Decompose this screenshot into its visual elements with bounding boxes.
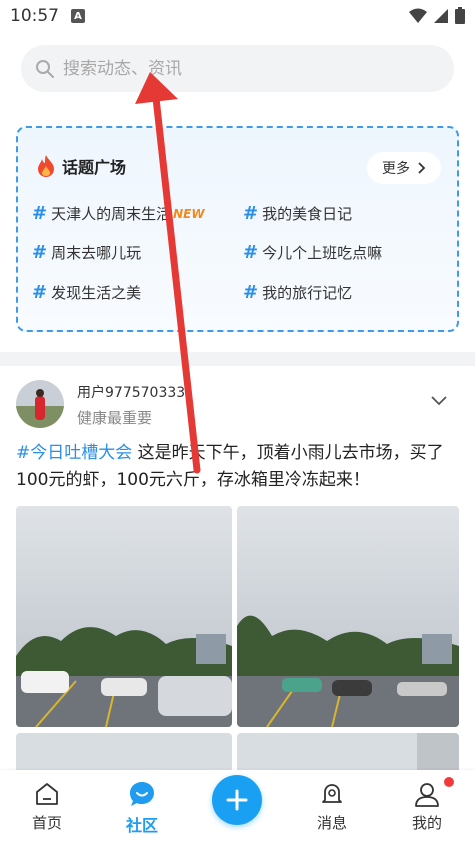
hash-icon: #	[243, 203, 259, 224]
hash-icon: #	[32, 282, 48, 303]
post-photo[interactable]	[16, 506, 232, 727]
search-icon	[36, 59, 54, 78]
hash-icon: #	[243, 282, 259, 303]
nav-messages[interactable]: 消息	[302, 780, 362, 833]
topic-item[interactable]: # 我的旅行记忆	[243, 282, 352, 303]
hash-icon: #	[243, 242, 259, 263]
post-photo[interactable]	[237, 506, 459, 727]
notification-dot	[444, 777, 454, 787]
signal-icon	[434, 8, 448, 23]
nav-mine[interactable]: 我的	[397, 777, 457, 833]
post-hashtag[interactable]: #今日吐槽大会	[16, 443, 132, 463]
topic-header: 话题广场	[36, 154, 126, 178]
topic-label: 周末去哪儿玩	[51, 244, 142, 262]
user-name[interactable]: 用户977570333	[77, 382, 185, 402]
bell-icon	[322, 784, 342, 803]
topic-square-card: 话题广场 更多 # 天津人的周末生活 NEW # 我的美食日记 # 周末去哪儿玩…	[16, 126, 459, 332]
new-badge: NEW	[173, 206, 205, 221]
topic-label: 今儿个上班吃点嘛	[262, 244, 383, 262]
add-post-button[interactable]	[212, 775, 262, 825]
nav-label: 社区	[125, 816, 158, 835]
home-icon	[36, 783, 58, 805]
topic-label: 我的旅行记忆	[262, 284, 353, 302]
nav-community[interactable]: 社区	[112, 780, 172, 836]
chevron-down-icon[interactable]	[431, 396, 447, 406]
plus-icon	[226, 789, 248, 811]
battery-icon	[455, 7, 465, 24]
topic-label: 发现生活之美	[51, 284, 142, 302]
status-time: 10:57	[10, 6, 59, 26]
community-icon	[130, 782, 154, 806]
status-indicators	[409, 7, 465, 24]
search-input[interactable]	[63, 58, 423, 79]
notification-icon: A	[71, 9, 85, 23]
post-content: #今日吐槽大会 这是昨天下午，顶着小雨儿去市场，买了100元的虾，100元六斤，…	[16, 440, 461, 494]
section-divider	[0, 352, 475, 366]
topic-label: 我的美食日记	[262, 205, 353, 223]
post-photo[interactable]	[16, 733, 232, 773]
more-button[interactable]: 更多	[367, 152, 441, 184]
nav-label: 首页	[31, 814, 62, 832]
nav-label: 消息	[316, 814, 347, 832]
nav-label: 我的	[411, 814, 442, 832]
more-label: 更多	[382, 161, 410, 177]
hash-icon: #	[32, 242, 48, 263]
search-bar[interactable]	[21, 45, 454, 92]
topic-item[interactable]: # 我的美食日记	[243, 203, 352, 224]
wifi-icon	[409, 8, 427, 23]
fire-icon	[38, 155, 54, 177]
post-photo[interactable]	[237, 733, 459, 773]
topic-item[interactable]: # 发现生活之美	[32, 282, 141, 303]
topic-item[interactable]: # 周末去哪儿玩	[32, 242, 141, 263]
user-signature: 健康最重要	[77, 409, 153, 427]
status-bar: 10:57 A	[0, 0, 475, 32]
nav-home[interactable]: 首页	[17, 780, 77, 833]
topic-item[interactable]: # 天津人的周末生活 NEW	[32, 203, 205, 224]
chevron-right-icon	[418, 162, 426, 174]
avatar[interactable]	[16, 380, 64, 428]
topic-title: 话题广场	[62, 158, 127, 177]
user-icon	[415, 783, 439, 807]
topic-item[interactable]: # 今儿个上班吃点嘛	[243, 242, 382, 263]
hash-icon: #	[32, 203, 48, 224]
topic-label: 天津人的周末生活	[51, 205, 172, 223]
